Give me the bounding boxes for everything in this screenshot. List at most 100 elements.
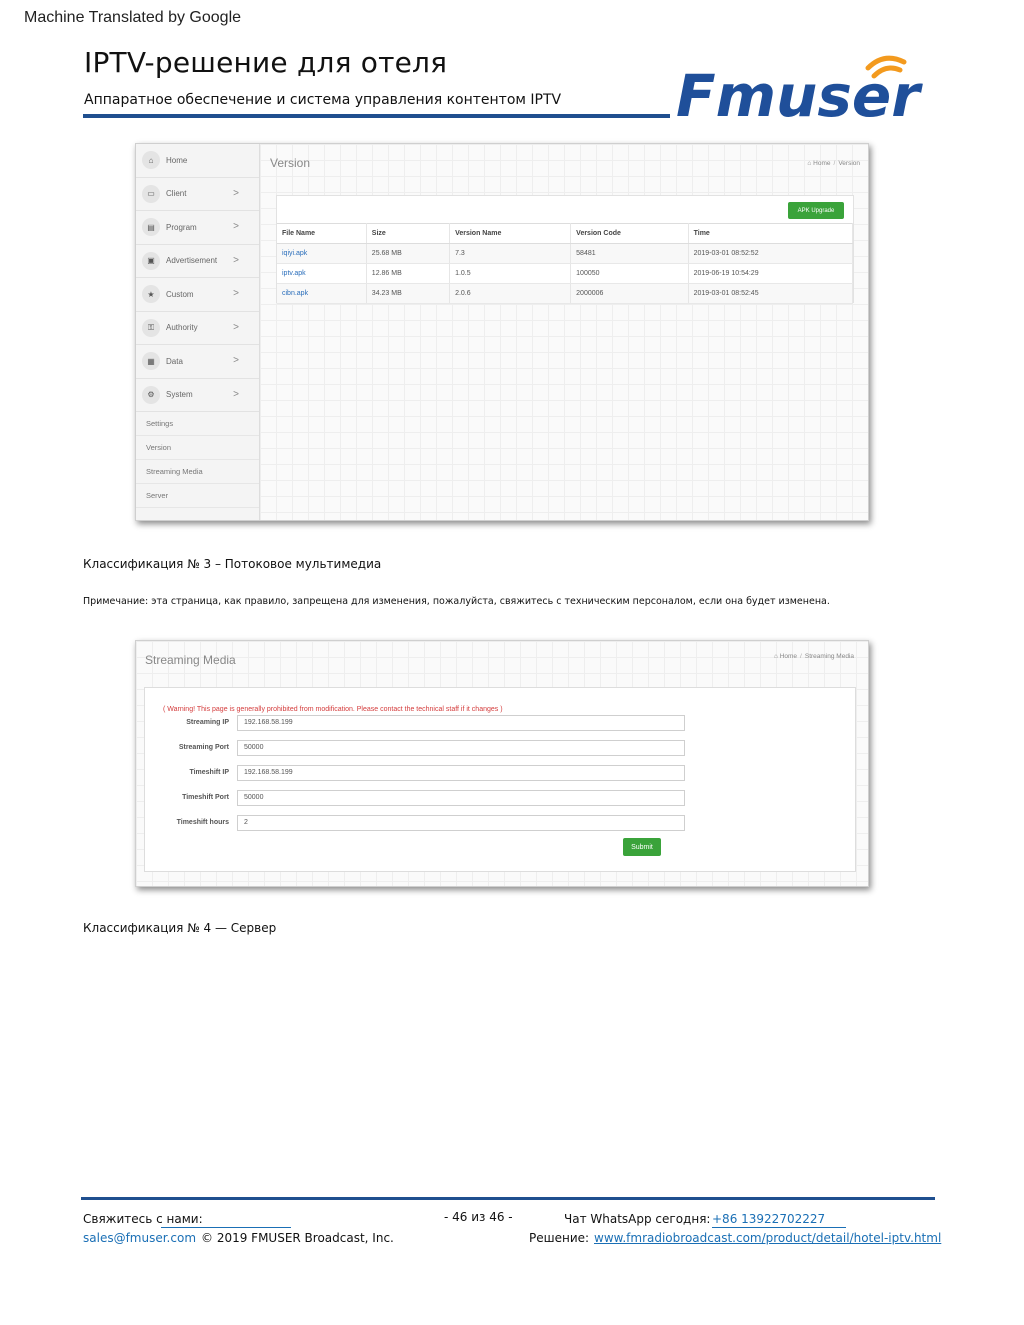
table-cell: 34.23 MB bbox=[366, 283, 451, 304]
timeshift-hours-input[interactable]: 2 bbox=[237, 815, 685, 831]
sidebar-item-label: Custom bbox=[166, 289, 194, 299]
column-header: Size bbox=[366, 223, 451, 244]
table-cell: 2019-03-01 08:52:52 bbox=[688, 243, 854, 264]
breadcrumb: ⌂ Home / Streaming Media bbox=[773, 653, 854, 660]
whatsapp-underline bbox=[712, 1227, 846, 1228]
whatsapp-number[interactable]: +86 13922702227 bbox=[712, 1212, 825, 1226]
sidebar-item-label: System bbox=[166, 390, 193, 400]
file-name-link[interactable]: iptv.apk bbox=[277, 263, 367, 284]
home-icon: ⌂ bbox=[807, 160, 812, 167]
page-title: Version bbox=[270, 156, 311, 170]
sidebar-item-data[interactable]: ▦ Data > bbox=[136, 345, 259, 379]
sidebar-item-label: Client bbox=[166, 189, 187, 199]
column-header: Version Name bbox=[449, 223, 572, 244]
breadcrumb-home[interactable]: Home bbox=[780, 653, 797, 660]
field-label: Timeshift Port bbox=[182, 794, 229, 801]
warning-text: ( Warning! This page is generally prohib… bbox=[163, 706, 503, 713]
breadcrumb-home[interactable]: Home bbox=[813, 160, 830, 167]
table-cell: 2019-03-01 08:52:45 bbox=[688, 283, 854, 304]
email-link[interactable]: sales@fmuser.com bbox=[83, 1231, 196, 1245]
chevron-right-icon: > bbox=[233, 288, 239, 299]
chevron-right-icon: > bbox=[233, 254, 239, 266]
streaming-ip-input[interactable]: 192.168.58.199 bbox=[237, 715, 685, 731]
field-label: Streaming Port bbox=[178, 744, 229, 751]
table-cell: 12.86 MB bbox=[366, 263, 451, 284]
form-row: Timeshift Port 50000 bbox=[145, 790, 705, 807]
timeshift-ip-input[interactable]: 192.168.58.199 bbox=[237, 765, 685, 781]
sidebar-item-custom[interactable]: ★ Custom > bbox=[136, 278, 259, 312]
timeshift-port-input[interactable]: 50000 bbox=[237, 790, 685, 806]
streaming-form-card: ( Warning! This page is generally prohib… bbox=[144, 687, 856, 872]
note-text: Примечание: эта страница, как правило, з… bbox=[83, 596, 830, 607]
contact-underline bbox=[161, 1227, 291, 1228]
field-label: Streaming IP bbox=[186, 719, 229, 726]
sidebar-item-label: Authority bbox=[166, 323, 198, 333]
streaming-port-input[interactable]: 50000 bbox=[237, 740, 685, 756]
sidebar-item-label: Home bbox=[166, 155, 188, 165]
table-row: iptv.apk 12.86 MB 1.0.5 100050 2019-06-19 10… bbox=[277, 263, 854, 284]
breadcrumb: ⌂ Home / Version bbox=[807, 160, 860, 167]
chevron-right-icon: > bbox=[233, 187, 239, 199]
chevron-right-icon: > bbox=[233, 388, 239, 400]
page-title: Streaming Media bbox=[145, 653, 236, 667]
sidebar: ⌂ Home ▭ Client > ▤ Program > ▣ Advertisement > ★ Cu… bbox=[136, 144, 260, 520]
streaming-media-screenshot: Streaming Media ⌂ Home / Streaming Media (… bbox=[135, 640, 869, 887]
table-cell: 2019-06-19 10:54:29 bbox=[688, 263, 854, 284]
sidebar-subitem-version[interactable]: Version bbox=[136, 436, 259, 460]
whatsapp-label: Чат WhatsApp сегодня: bbox=[564, 1212, 711, 1226]
solution-link[interactable]: www.fmradiobroadcast.com/product/detail/… bbox=[594, 1231, 941, 1245]
field-label: Timeshift hours bbox=[176, 819, 229, 826]
sidebar-item-label: Program bbox=[166, 222, 197, 232]
table-cell: 7.3 bbox=[449, 243, 572, 264]
version-table: File Name Size Version Name Version Code Tim… bbox=[277, 223, 854, 304]
form-row: Timeshift IP 192.168.58.199 bbox=[145, 765, 705, 782]
chart-icon: ▦ bbox=[142, 352, 160, 371]
sidebar-subitem-settings[interactable]: Settings bbox=[136, 412, 259, 436]
caption-classification-4: Классификация № 4 — Сервер bbox=[83, 921, 277, 935]
footer-rule bbox=[81, 1197, 935, 1200]
gear-icon: ⚙ bbox=[142, 385, 160, 404]
breadcrumb-current: Version bbox=[838, 160, 860, 167]
sidebar-item-client[interactable]: ▭ Client > bbox=[136, 178, 259, 211]
file-name-link[interactable]: iqiyi.apk bbox=[277, 243, 367, 264]
contact-label: Свяжитесь с нами: bbox=[83, 1212, 203, 1226]
monitor-icon: ▭ bbox=[142, 184, 160, 203]
sidebar-item-home[interactable]: ⌂ Home bbox=[136, 144, 259, 178]
table-cell: 100050 bbox=[570, 263, 689, 284]
solution-label: Решение: bbox=[529, 1231, 590, 1245]
field-label: Timeshift IP bbox=[189, 769, 229, 776]
sidebar-subitem-streaming-media[interactable]: Streaming Media bbox=[136, 460, 259, 484]
table-cell: 58481 bbox=[570, 243, 689, 264]
document-title: IPTV-решение для отеля bbox=[84, 46, 448, 79]
key-icon: ⚿ bbox=[142, 318, 160, 337]
document-subtitle: Аппаратное обеспечение и система управле… bbox=[84, 92, 562, 108]
header-rule bbox=[83, 114, 670, 118]
submit-button[interactable]: Submit bbox=[623, 838, 661, 856]
copyright: © 2019 FMUSER Broadcast, Inc. bbox=[201, 1231, 394, 1245]
version-card: APK Upgrade File Name Size Version Name Ver… bbox=[276, 195, 854, 304]
sidebar-item-system[interactable]: ⚙ System > bbox=[136, 379, 259, 412]
sidebar-subitem-server[interactable]: Server bbox=[136, 484, 259, 508]
version-screenshot: ⌂ Home ▭ Client > ▤ Program > ▣ Advertisement > ★ Cu… bbox=[135, 143, 869, 521]
page-number: - 46 из 46 - bbox=[444, 1210, 513, 1224]
home-icon: ⌂ bbox=[773, 653, 778, 660]
logo-text: Fmuser bbox=[676, 62, 923, 128]
sidebar-item-authority[interactable]: ⚿ Authority > bbox=[136, 312, 259, 345]
breadcrumb-current: Streaming Media bbox=[804, 653, 854, 660]
chevron-right-icon: > bbox=[233, 221, 239, 232]
file-name-link[interactable]: cibn.apk bbox=[277, 283, 367, 304]
home-icon: ⌂ bbox=[142, 151, 160, 170]
sidebar-item-program[interactable]: ▤ Program > bbox=[136, 211, 259, 245]
table-cell: 2.0.6 bbox=[449, 283, 572, 304]
table-row: iqiyi.apk 25.68 MB 7.3 58481 2019-03-01 08:5… bbox=[277, 243, 854, 264]
form-row: Streaming IP 192.168.58.199 bbox=[145, 715, 705, 732]
fmuser-logo: Fmuser bbox=[676, 55, 923, 128]
sidebar-item-advertisement[interactable]: ▣ Advertisement > bbox=[136, 245, 259, 278]
table-cell: 2000006 bbox=[570, 283, 689, 304]
column-header: Version Code bbox=[570, 223, 689, 244]
table-cell: 1.0.5 bbox=[449, 263, 572, 284]
column-header: File Name bbox=[277, 223, 367, 244]
table-row: cibn.apk 34.23 MB 2.0.6 2000006 2019-03-01 0… bbox=[277, 283, 854, 304]
apk-upgrade-button[interactable]: APK Upgrade bbox=[788, 202, 844, 219]
chevron-right-icon: > bbox=[233, 321, 239, 333]
